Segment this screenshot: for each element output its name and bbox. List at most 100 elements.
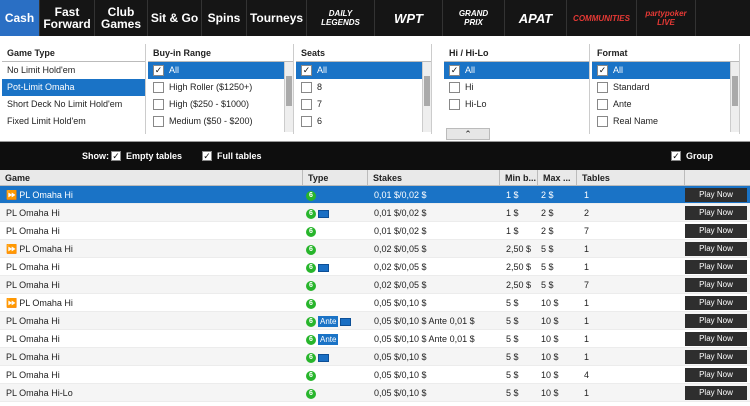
- tab-club-games[interactable]: Club Games: [95, 0, 148, 36]
- six-max-icon: 6: [306, 352, 316, 363]
- filter-game-type: Game Type No Limit Hold'em Pot-Limit Omaha…: [2, 44, 146, 134]
- table-row[interactable]: PL Omaha Hi 6 0,02 $/0,05 $ 2,50 $ 5 $ 1 Play …: [0, 258, 750, 276]
- filter-option[interactable]: Hi: [444, 79, 589, 96]
- min-buyin-cell: 2,50 $: [506, 280, 532, 290]
- checkbox-icon: [153, 99, 164, 110]
- filter-option[interactable]: High ($250 - $1000): [148, 96, 293, 113]
- table-row[interactable]: PL Omaha Hi 6 0,01 $/0,02 $ 1 $ 2 $ 7 Play Now: [0, 222, 750, 240]
- checkbox-checked-icon: ✓: [153, 65, 164, 76]
- tables-cell: 1: [584, 190, 590, 200]
- play-now-button[interactable]: Play Now: [685, 314, 747, 328]
- group-checkbox[interactable]: ✓ Group: [671, 151, 713, 161]
- play-now-button[interactable]: Play Now: [685, 260, 747, 274]
- filter-option[interactable]: No Limit Hold'em: [2, 62, 145, 79]
- promo-daily-legends[interactable]: DAILY LEGENDS: [307, 0, 375, 36]
- filter-scrollbar[interactable]: [422, 62, 431, 132]
- type-cell: 6: [306, 366, 316, 384]
- filter-option[interactable]: Ante: [592, 96, 739, 113]
- checkbox-checked-icon: ✓: [449, 65, 460, 76]
- play-now-button[interactable]: Play Now: [685, 224, 747, 238]
- table-row[interactable]: PL Omaha Hi 6 0,05 $/0,10 $ 5 $ 10 $ 4 Play No…: [0, 366, 750, 384]
- table-row[interactable]: PL Omaha Hi 6 Ante 0,05 $/0,10 $ Ante 0,01 …: [0, 330, 750, 348]
- filter-option[interactable]: 7: [296, 96, 431, 113]
- column-header-3[interactable]: Min b...: [500, 170, 538, 186]
- filter-option[interactable]: Real Name: [592, 113, 739, 130]
- column-header-2[interactable]: Stakes: [368, 170, 500, 186]
- table-row[interactable]: PL Omaha Hi 6 0,02 $/0,05 $ 2,50 $ 5 $ 7 Play …: [0, 276, 750, 294]
- show-label: Show:: [82, 151, 109, 161]
- game-name: PL Omaha Hi: [6, 334, 60, 344]
- filter-option[interactable]: 6: [296, 113, 431, 130]
- filter-option[interactable]: Medium ($50 - $200): [148, 113, 293, 130]
- filter-option[interactable]: ✓ All: [444, 62, 589, 79]
- filter-option[interactable]: ✓ All: [148, 62, 293, 79]
- filter-seats: Seats ✓ All 8 7 6: [296, 44, 432, 134]
- filter-option[interactable]: ✓ All: [592, 62, 739, 79]
- table-row[interactable]: PL Omaha Hi-Lo 6 0,05 $/0,10 $ 5 $ 10 $ 1 Play…: [0, 384, 750, 402]
- play-now-button[interactable]: Play Now: [685, 350, 747, 364]
- column-header-0[interactable]: Game: [0, 170, 303, 186]
- filter-option[interactable]: 8: [296, 79, 431, 96]
- promo-communities[interactable]: COMMUNITIES: [567, 0, 637, 36]
- table-row[interactable]: ⏩ PL Omaha Hi 6 0,05 $/0,10 $ 5 $ 10 $ 1 Play N…: [0, 294, 750, 312]
- table-row[interactable]: ⏩ PL Omaha Hi 6 0,01 $/0,02 $ 1 $ 2 $ 1 Play No…: [0, 186, 750, 204]
- filter-option[interactable]: Pot-Limit Omaha: [2, 79, 145, 96]
- game-cell: PL Omaha Hi: [6, 312, 60, 330]
- column-header-1[interactable]: Type: [303, 170, 368, 186]
- filter-option-label: Pot-Limit Omaha: [7, 82, 75, 92]
- play-now-button[interactable]: Play Now: [685, 296, 747, 310]
- scroll-thumb[interactable]: [286, 76, 292, 106]
- play-now-button[interactable]: Play Now: [685, 206, 747, 220]
- full-tables-checkbox[interactable]: ✓ Full tables: [202, 151, 262, 161]
- filter-scrollbar[interactable]: [284, 62, 293, 132]
- tab-tourneys[interactable]: Tourneys: [247, 0, 307, 36]
- filter-option[interactable]: High Roller ($1250+): [148, 79, 293, 96]
- filter-header: Hi / Hi-Lo: [444, 44, 589, 62]
- real-name-card-icon: [318, 209, 329, 218]
- play-now-button[interactable]: Play Now: [685, 386, 747, 400]
- filter-scrollbar[interactable]: [730, 62, 739, 132]
- tab-sit-go[interactable]: Sit & Go: [148, 0, 202, 36]
- show-bar: Show: ✓ Empty tables ✓ Full tables ✓ Group: [0, 142, 750, 170]
- filter-option[interactable]: Hi-Lo: [444, 96, 589, 113]
- tab-cash[interactable]: Cash: [0, 0, 40, 36]
- filter-option[interactable]: Fixed Limit Hold'em: [2, 113, 145, 130]
- scroll-thumb[interactable]: [732, 76, 738, 106]
- promo-apat[interactable]: APAT: [505, 0, 567, 36]
- promo-wpt[interactable]: WPT: [375, 0, 443, 36]
- max-buyin-cell: 5 $: [541, 244, 554, 254]
- play-now-button[interactable]: Play Now: [685, 368, 747, 382]
- max-buyin-cell: 10 $: [541, 334, 559, 344]
- game-name: PL Omaha Hi: [6, 208, 60, 218]
- play-now-button[interactable]: Play Now: [685, 332, 747, 346]
- empty-tables-checkbox[interactable]: ✓ Empty tables: [111, 151, 182, 161]
- table-row[interactable]: PL Omaha Hi 6 0,05 $/0,10 $ 5 $ 10 $ 1 Play No…: [0, 348, 750, 366]
- scroll-thumb[interactable]: [424, 76, 430, 106]
- filter-option[interactable]: Standard: [592, 79, 739, 96]
- top-nav: Cash Fast Forward Club Games Sit & Go Spins T…: [0, 0, 750, 36]
- column-header-4[interactable]: Max ...: [538, 170, 577, 186]
- table-row[interactable]: PL Omaha Hi 6 0,01 $/0,02 $ 1 $ 2 $ 2 Play Now: [0, 204, 750, 222]
- play-now-button[interactable]: Play Now: [685, 278, 747, 292]
- tab-fast-forward[interactable]: Fast Forward: [40, 0, 95, 36]
- promo-partypoker-live[interactable]: partypoker LIVE: [637, 0, 696, 36]
- min-buyin-cell: 5 $: [506, 298, 519, 308]
- table-row[interactable]: PL Omaha Hi 6 Ante 0,05 $/0,10 $ Ante 0,01 …: [0, 312, 750, 330]
- promo-grand-prix[interactable]: GRAND PRIX: [443, 0, 505, 36]
- promo-label: WPT: [394, 10, 423, 26]
- play-now-button[interactable]: Play Now: [685, 242, 747, 256]
- table-row[interactable]: ⏩ PL Omaha Hi 6 0,02 $/0,05 $ 2,50 $ 5 $ 1 Play…: [0, 240, 750, 258]
- max-buyin-cell: 10 $: [541, 370, 559, 380]
- max-buyin-cell: 10 $: [541, 352, 559, 362]
- play-now-button[interactable]: Play Now: [685, 188, 747, 202]
- filter-hilo: Hi / Hi-Lo ✓ All Hi Hi-Lo: [444, 44, 590, 134]
- game-name: PL Omaha Hi: [19, 244, 73, 254]
- column-header-5[interactable]: Tables: [577, 170, 685, 186]
- ante-badge: Ante: [318, 334, 339, 346]
- six-max-icon: 6: [306, 334, 316, 345]
- filter-option[interactable]: Short Deck No Limit Hold'em: [2, 96, 145, 113]
- tab-spins[interactable]: Spins: [202, 0, 247, 36]
- filter-option[interactable]: ✓ All: [296, 62, 431, 79]
- game-cell: PL Omaha Hi: [6, 366, 60, 384]
- tables-cell: 1: [584, 334, 590, 344]
